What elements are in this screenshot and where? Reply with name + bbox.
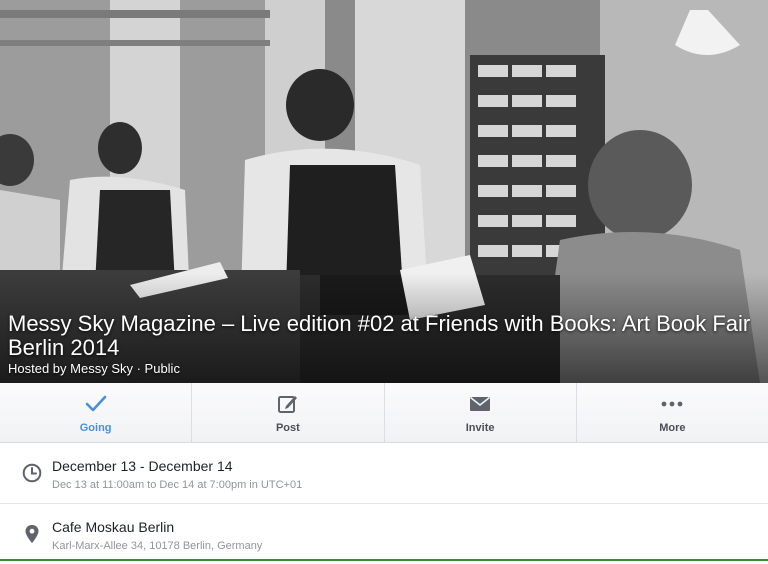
compose-icon	[276, 392, 300, 416]
more-label: More	[659, 421, 686, 434]
event-action-bar: Going Post Invite More	[0, 383, 768, 443]
ellipsis-icon	[660, 392, 684, 416]
going-button[interactable]: Going	[0, 383, 193, 442]
event-title: Messy Sky Magazine – Live edition #02 at…	[8, 311, 751, 360]
event-time-detail: Dec 13 at 11:00am to Dec 14 at 7:00pm in…	[52, 479, 303, 491]
clock-icon	[22, 463, 42, 483]
envelope-icon	[468, 392, 492, 416]
post-label: Post	[275, 421, 300, 434]
event-venue-address: Karl-Marx-Allee 34, 10178 Berlin, German…	[52, 540, 263, 552]
event-host-privacy: Hosted by Messy Sky · Public	[8, 361, 180, 376]
post-button[interactable]: Post	[192, 383, 385, 442]
event-date-range: December 13 - December 14	[52, 458, 233, 474]
event-date-row[interactable]: December 13 - December 14 Dec 13 at 11:0…	[0, 443, 768, 504]
invite-label: Invite	[465, 421, 495, 434]
going-label: Going	[79, 421, 112, 434]
map-pin-icon	[22, 524, 42, 544]
event-cover-photo[interactable]: Messy Sky Magazine – Live edition #02 at…	[0, 0, 768, 383]
event-venue-name: Cafe Moskau Berlin	[52, 519, 175, 535]
event-location-row[interactable]: Cafe Moskau Berlin Karl-Marx-Allee 34, 1…	[0, 504, 768, 564]
checkmark-icon	[84, 392, 108, 416]
more-button[interactable]: More	[577, 383, 768, 442]
invite-button[interactable]: Invite	[385, 383, 577, 442]
